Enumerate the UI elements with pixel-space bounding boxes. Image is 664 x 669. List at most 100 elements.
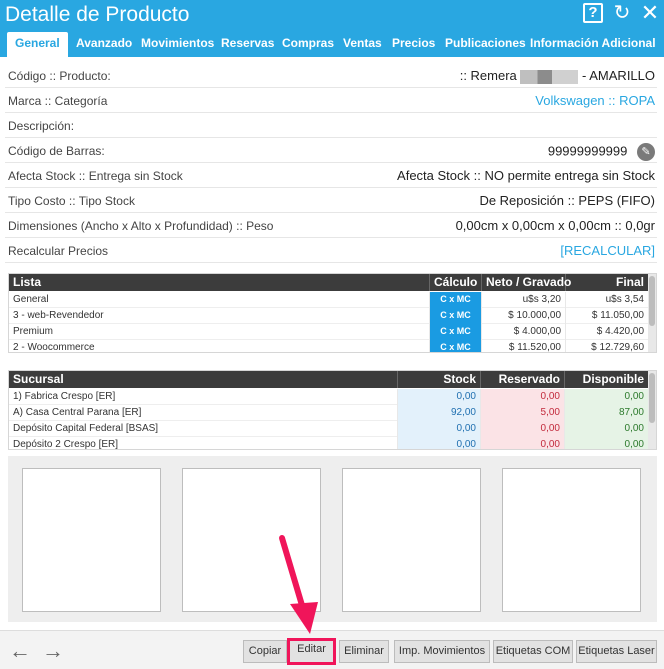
close-icon[interactable]: ✕ (640, 2, 660, 24)
image-slot[interactable] (22, 468, 161, 612)
field-descripcion: Descripción: (5, 113, 657, 138)
cell-lista: 2 - Woocommerce (9, 340, 430, 352)
image-slot[interactable] (342, 468, 481, 612)
tab-general[interactable]: General (7, 32, 68, 57)
header-stock[interactable]: Stock (398, 371, 481, 388)
header-sucursal[interactable]: Sucursal (9, 371, 398, 388)
field-marca-categoria: Marca :: Categoría Volkswagen :: ROPA (5, 88, 657, 113)
table-row[interactable]: 2 - Woocommerce C x MC $ 11.520,00 $ 12.… (9, 340, 649, 352)
forward-arrow-icon[interactable]: → (42, 638, 64, 664)
brand-category-link[interactable]: Volkswagen :: ROPA (535, 93, 655, 108)
calc-badge: C x MC (430, 324, 482, 340)
table-row[interactable]: 3 - web-Revendedor C x MC $ 10.000,00 $ … (9, 308, 649, 324)
tab-publicaciones[interactable]: Publicaciones (445, 32, 526, 57)
scrollbar-thumb[interactable] (649, 276, 655, 326)
table-header: Lista Cálculo Neto / Gravado Final (9, 274, 649, 291)
table-row[interactable]: Premium C x MC $ 4.000,00 $ 4.420,00 (9, 324, 649, 340)
cell-lista: Premium (9, 324, 430, 340)
cell-sucursal: Depósito Capital Federal [BSAS] (9, 421, 398, 437)
cell-stock: 0,00 (398, 389, 481, 405)
cell-reservado: 0,00 (481, 389, 565, 405)
recalculate-link[interactable]: [RECALCULAR] (560, 243, 655, 258)
field-dimensiones: Dimensiones (Ancho x Alto x Profundidad)… (5, 213, 657, 238)
cell-neto: $ 11.520,00 (482, 340, 566, 352)
cell-neto: $ 10.000,00 (482, 308, 566, 324)
header-calculo[interactable]: Cálculo (430, 274, 482, 291)
cell-stock: 0,00 (398, 437, 481, 449)
back-arrow-icon[interactable]: ← (9, 638, 31, 664)
calc-badge: C x MC (430, 292, 482, 308)
redacted-text (520, 69, 579, 84)
tab-reservas[interactable]: Reservas (221, 32, 274, 57)
field-value: De Reposición :: PEPS (FIFO) (479, 193, 655, 208)
price-list-table: Lista Cálculo Neto / Gravado Final Gener… (8, 273, 657, 353)
cell-final: u$s 3,54 (566, 292, 649, 308)
field-value: :: Remera - AMARILLO (460, 68, 655, 84)
cell-lista: General (9, 292, 430, 308)
copy-button[interactable]: Copiar (243, 640, 287, 663)
field-value: 0,00cm x 0,00cm x 0,00cm :: 0,0gr (455, 218, 655, 233)
field-label: Código :: Producto: (8, 69, 111, 83)
com-labels-button[interactable]: Etiquetas COM (493, 640, 573, 663)
delete-button[interactable]: Eliminar (339, 640, 389, 663)
field-afecta-stock: Afecta Stock :: Entrega sin Stock Afecta… (5, 163, 657, 188)
field-label: Recalcular Precios (8, 244, 109, 258)
field-label: Marca :: Categoría (8, 94, 108, 108)
tab-movimientos[interactable]: Movimientos (141, 32, 214, 57)
tab-avanzado[interactable]: Avanzado (76, 32, 132, 57)
scrollbar-thumb[interactable] (649, 373, 655, 423)
cell-reservado: 0,00 (481, 421, 565, 437)
cell-final: $ 11.050,00 (566, 308, 649, 324)
cell-sucursal: 1) Fabrica Crespo [ER] (9, 389, 398, 405)
edit-button[interactable]: Editar (287, 638, 336, 665)
field-label: Descripción: (8, 119, 75, 133)
header-reservado[interactable]: Reservado (481, 371, 565, 388)
laser-labels-button[interactable]: Etiquetas Laser (576, 640, 657, 663)
print-movements-button[interactable]: Imp. Movimientos (394, 640, 490, 663)
header-neto[interactable]: Neto / Gravado (482, 274, 571, 291)
cell-disponible: 0,00 (565, 389, 649, 405)
product-name-prefix: :: Remera (459, 68, 517, 83)
title-bar: Detalle de Producto ? ↻ ✕ General Avanza… (0, 0, 664, 57)
cell-final: $ 12.729,60 (566, 340, 649, 352)
table-row[interactable]: General C x MC u$s 3,20 u$s 3,54 (9, 292, 649, 308)
field-label: Afecta Stock :: Entrega sin Stock (8, 169, 183, 183)
field-label: Dimensiones (Ancho x Alto x Profundidad)… (8, 219, 274, 233)
cell-disponible: 0,00 (565, 421, 649, 437)
window-title: Detalle de Producto (5, 3, 190, 26)
field-codigo-producto: Código :: Producto: :: Remera - AMARILLO (5, 63, 657, 88)
image-slot[interactable] (502, 468, 641, 612)
calc-badge: C x MC (430, 308, 482, 324)
field-recalcular-precios: Recalcular Precios [RECALCULAR] (5, 238, 657, 263)
tab-precios[interactable]: Precios (392, 32, 435, 57)
table-row[interactable]: Depósito Capital Federal [BSAS] 0,00 0,0… (9, 421, 649, 437)
tab-informacion-adicional[interactable]: Información Adicional (530, 32, 656, 57)
tab-ventas[interactable]: Ventas (343, 32, 382, 57)
cell-disponible: 87,00 (565, 405, 649, 421)
field-value: Afecta Stock :: NO permite entrega sin S… (397, 168, 655, 183)
cell-reservado: 5,00 (481, 405, 565, 421)
stock-table: Sucursal Stock Reservado Disponible 1) F… (8, 370, 657, 450)
cell-stock: 0,00 (398, 421, 481, 437)
tab-bar: General Avanzado Movimientos Reservas Co… (0, 32, 664, 57)
table-row[interactable]: 1) Fabrica Crespo [ER] 0,00 0,00 0,00 (9, 389, 649, 405)
stock-table-scrollbar[interactable] (648, 371, 656, 449)
field-codigo-barras: Código de Barras: 99999999999 ✎ (5, 138, 657, 163)
header-disponible[interactable]: Disponible (565, 371, 649, 388)
cell-sucursal: Depósito 2 Crespo [ER] (9, 437, 398, 449)
price-table-scrollbar[interactable] (648, 274, 656, 352)
calc-badge: C x MC (430, 340, 482, 352)
edit-pencil-icon[interactable]: ✎ (637, 143, 655, 161)
field-value: 99999999999 ✎ (548, 143, 655, 161)
field-tipo-costo: Tipo Costo :: Tipo Stock De Reposición :… (5, 188, 657, 213)
refresh-icon[interactable]: ↻ (612, 3, 632, 23)
tab-compras[interactable]: Compras (282, 32, 334, 57)
barcode-value: 99999999999 (547, 143, 628, 159)
cell-final: $ 4.420,00 (566, 324, 649, 340)
help-icon[interactable]: ? (583, 3, 603, 23)
header-lista[interactable]: Lista (9, 274, 430, 291)
header-final[interactable]: Final (566, 274, 649, 291)
cell-stock: 92,00 (398, 405, 481, 421)
table-row[interactable]: A) Casa Central Parana [ER] 92,00 5,00 8… (9, 405, 649, 421)
table-row[interactable]: Depósito 2 Crespo [ER] 0,00 0,00 0,00 (9, 437, 649, 449)
